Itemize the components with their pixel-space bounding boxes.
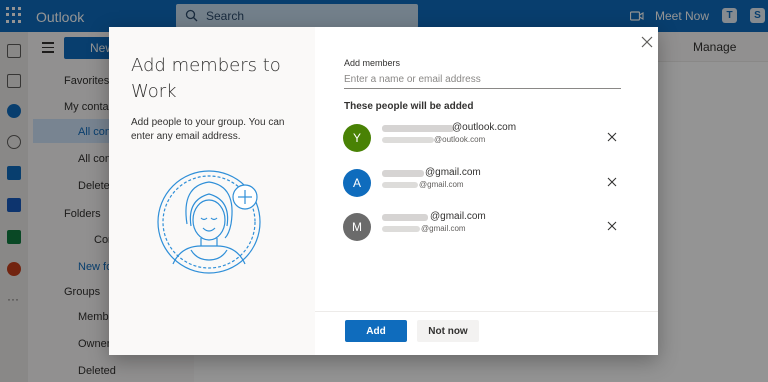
add-members-dialog: Add members to Work Add people to your g… bbox=[109, 27, 658, 355]
dialog-description: Add people to your group. You can enter … bbox=[131, 117, 285, 142]
person-row: Y @outlook.com @outlook.com bbox=[343, 122, 623, 156]
remove-person-icon[interactable] bbox=[607, 221, 617, 231]
person-email: @gmail.com bbox=[430, 211, 486, 222]
add-members-label: Add members bbox=[344, 58, 401, 68]
redacted-name bbox=[382, 125, 454, 132]
add-members-input[interactable] bbox=[344, 71, 621, 89]
person-illustration-icon bbox=[157, 170, 261, 274]
remove-person-icon[interactable] bbox=[607, 177, 617, 187]
redacted-address bbox=[382, 137, 434, 143]
avatar: M bbox=[343, 213, 371, 241]
dialog-title: Add members to Work bbox=[131, 55, 281, 102]
dialog-left-panel: Add members to Work Add people to your g… bbox=[109, 27, 315, 355]
person-email-secondary: @gmail.com bbox=[421, 224, 466, 233]
remove-person-icon[interactable] bbox=[607, 132, 617, 142]
person-email-secondary: @outlook.com bbox=[434, 135, 486, 144]
person-row: M @gmail.com @gmail.com bbox=[343, 211, 623, 245]
avatar: Y bbox=[343, 124, 371, 152]
redacted-name bbox=[382, 214, 428, 221]
person-row: A @gmail.com @gmail.com bbox=[343, 167, 623, 201]
avatar: A bbox=[343, 169, 371, 197]
person-email: @gmail.com bbox=[425, 167, 481, 178]
footer-divider bbox=[315, 311, 658, 312]
close-icon[interactable] bbox=[640, 35, 654, 49]
redacted-address bbox=[382, 226, 420, 232]
redacted-name bbox=[382, 170, 424, 177]
person-email-secondary: @gmail.com bbox=[419, 180, 464, 189]
add-button[interactable]: Add bbox=[345, 320, 407, 342]
not-now-button[interactable]: Not now bbox=[417, 320, 479, 342]
people-heading: These people will be added bbox=[344, 101, 474, 112]
redacted-address bbox=[382, 182, 418, 188]
person-email: @outlook.com bbox=[452, 122, 517, 133]
